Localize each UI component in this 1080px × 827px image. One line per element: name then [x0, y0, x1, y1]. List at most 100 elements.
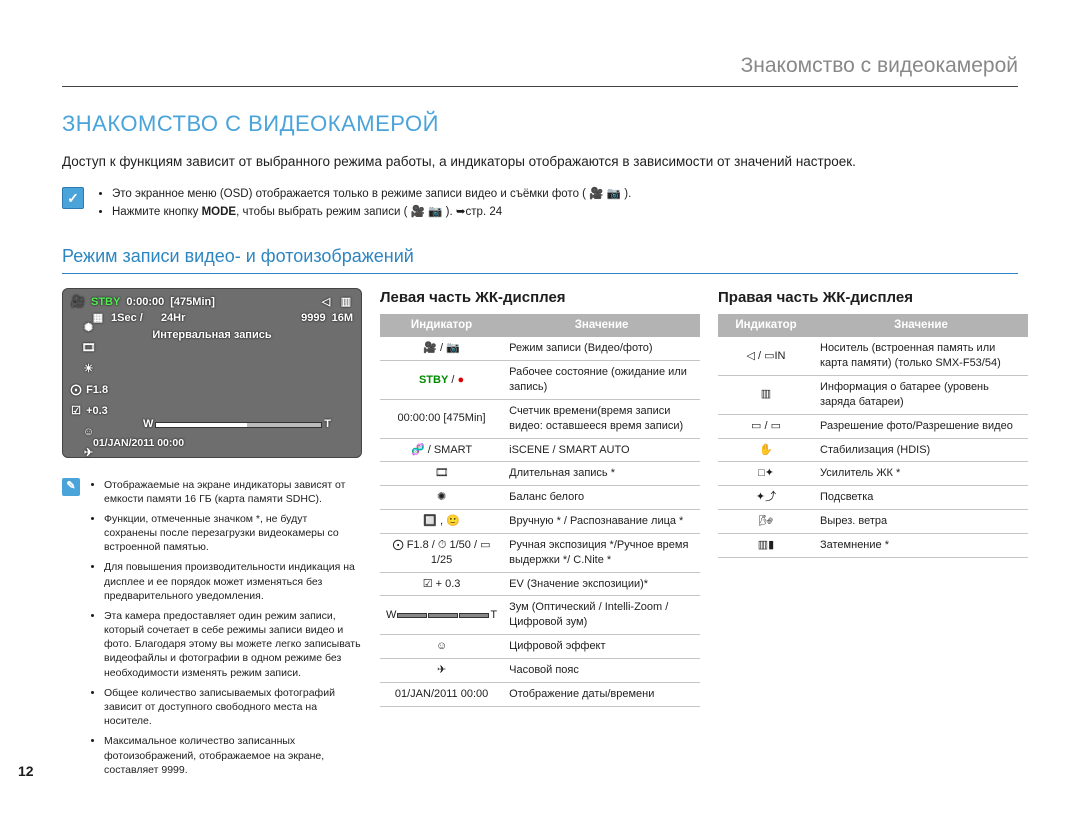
table-row: ▥Информация о батарее (уровень заряда ба… — [718, 376, 1028, 415]
side-note-item: Общее количество записываемых фотографий… — [104, 686, 362, 729]
meaning-cell: Носитель (встроенная память или карта па… — [814, 337, 1028, 375]
meaning-cell: Усилитель ЖК * — [814, 462, 1028, 486]
table-row: ☑ + 0.3EV (Значение экспозиции)* — [380, 572, 700, 596]
table-row: ✋Стабилизация (HDIS) — [718, 438, 1028, 462]
lcd-count: 9999 — [301, 311, 325, 326]
indicator-cell: ◁ / ▭IN — [718, 337, 814, 375]
meaning-cell: iSCENE / SMART AUTO — [503, 438, 700, 462]
table-row: ⨀ F1.8 / ⏱ 1/50 / ▭ 1/25Ручная экспозици… — [380, 533, 700, 572]
meaning-cell: Отображение даты/времени — [503, 682, 700, 706]
meaning-cell: Часовой пояс — [503, 659, 700, 683]
indicator-cell: ☑ + 0.3 — [380, 572, 503, 596]
video-icon: 🎥 — [589, 187, 603, 203]
meaning-cell: Длительная запись * — [503, 462, 700, 486]
scene-icon: ✺ — [69, 321, 108, 336]
table-row: WT Зум (Оптический / Intelli-Zoom /Цифров… — [380, 596, 700, 635]
meaning-cell: Вручную * / Распознавание лица * — [503, 510, 700, 534]
zoom-icon: WT — [386, 608, 497, 623]
page-title: ЗНАКОМСТВО С ВИДЕОКАМЕРОЙ — [62, 109, 1018, 139]
page-number: 12 — [18, 762, 34, 781]
side-note-item: Эта камера предоставляет один режим запи… — [104, 609, 362, 680]
side-notes: ✎ Отображаемые на экране индикаторы зави… — [62, 478, 362, 783]
lcd-ev: ☑ +0.3 — [69, 404, 108, 419]
indicator-cell: ⨀ F1.8 / ⏱ 1/50 / ▭ 1/25 — [380, 533, 503, 572]
meaning-cell: Баланс белого — [503, 486, 700, 510]
indicator-cell: 01/JAN/2011 00:00 — [380, 682, 503, 706]
intro-text: Доступ к функциям зависит от выбранного … — [62, 153, 1018, 171]
check-icon: ✓ — [62, 187, 84, 209]
indicator-cell: 🌬 — [718, 510, 814, 534]
left-table: Индикатор Значение 🎥 / 📷Режим записи (Ви… — [380, 314, 700, 707]
card-icon: ◁ — [319, 295, 333, 310]
meaning-cell: Зум (Оптический / Intelli-Zoom /Цифровой… — [503, 596, 700, 635]
zoom-w: W — [143, 417, 153, 432]
table-row: 🔲 , 🙂Вручную * / Распознавание лица * — [380, 510, 700, 534]
meaning-cell: Счетчик времени(время записи видео: оста… — [503, 399, 700, 438]
note-item: Нажмите кнопку MODE, чтобы выбрать режим… — [112, 205, 631, 221]
lcd-interval: Интервальная запись — [71, 328, 353, 343]
indicator-cell: STBY / ● — [380, 361, 503, 400]
th-indicator: Индикатор — [380, 314, 503, 338]
table-row: ✺Баланс белого — [380, 486, 700, 510]
note-box: ✓ Это экранное меню (OSD) отображается т… — [62, 187, 1018, 222]
indicator-cell: ✦⤴ — [718, 486, 814, 510]
th-indicator: Индикатор — [718, 314, 814, 338]
lcd-timer: 0:00:00 — [126, 295, 164, 310]
th-meaning: Значение — [814, 314, 1028, 338]
indicator-cell: 🎥 / 📷 — [380, 337, 503, 360]
table-row: 01/JAN/2011 00:00Отображение даты/времен… — [380, 682, 700, 706]
table-row: 🎞Длительная запись * — [380, 462, 700, 486]
meaning-cell: Разрешение фото/Разрешение видео — [814, 414, 1028, 438]
table-row: STBY / ●Рабочее состояние (ожидание или … — [380, 361, 700, 400]
rec-icon: 🎞 — [69, 341, 108, 356]
note-list: Это экранное меню (OSD) отображается тол… — [98, 187, 631, 222]
photo-icon: 📷 — [607, 187, 621, 203]
breadcrumb: Знакомство с видеокамерой — [62, 52, 1018, 87]
table-row: 00:00:00 [475Min]Счетчик времени(время з… — [380, 399, 700, 438]
photo-icon: 📷 — [428, 205, 442, 221]
wb-icon: ☀ — [69, 362, 108, 377]
side-note-item: Функции, отмеченные значком *, не будут … — [104, 512, 362, 555]
side-note-item: Для повышения производительности индикац… — [104, 560, 362, 603]
lcd-remain: [475Min] — [170, 295, 215, 310]
meaning-cell: Режим записи (Видео/фото) — [503, 337, 700, 360]
zoom-t: T — [324, 417, 331, 432]
lcd-hr: 24Hr — [161, 311, 185, 326]
lcd-f: ⨀ F1.8 — [69, 383, 108, 398]
lcd-sec: 1Sec / — [111, 311, 143, 326]
indicator-cell: 🔲 , 🙂 — [380, 510, 503, 534]
lcd-res: 16M — [332, 311, 353, 326]
meaning-cell: Вырез. ветра — [814, 510, 1028, 534]
meaning-cell: Ручная экспозиция */Ручное время выдержк… — [503, 533, 700, 572]
indicator-cell: ☺ — [380, 635, 503, 659]
meaning-cell: Стабилизация (HDIS) — [814, 438, 1028, 462]
indicator-cell: 🧬 / SMART — [380, 438, 503, 462]
meaning-cell: EV (Значение экспозиции)* — [503, 572, 700, 596]
indicator-cell: WT — [380, 596, 503, 635]
table-row: ✦⤴Подсветка — [718, 486, 1028, 510]
meaning-cell: Цифровой эффект — [503, 635, 700, 659]
indicator-cell: ✺ — [380, 486, 503, 510]
table-row: ▭ / ▭Разрешение фото/Разрешение видео — [718, 414, 1028, 438]
indicator-cell: □✦ — [718, 462, 814, 486]
indicator-cell: 🎞 — [380, 462, 503, 486]
meaning-cell: Затемнение * — [814, 533, 1028, 557]
right-table: Индикатор Значение ◁ / ▭INНоситель (встр… — [718, 314, 1028, 558]
table-row: ✈Часовой пояс — [380, 659, 700, 683]
table-row: 🌬Вырез. ветра — [718, 510, 1028, 534]
table-row: ◁ / ▭INНоситель (встроенная память или к… — [718, 337, 1028, 375]
lcd-zoom: W T — [143, 421, 331, 429]
stby-label: STBY — [91, 295, 120, 310]
note-item: Это экранное меню (OSD) отображается тол… — [112, 187, 631, 203]
table-row: ▥▮Затемнение * — [718, 533, 1028, 557]
table-row: □✦Усилитель ЖК * — [718, 462, 1028, 486]
info-icon: ✎ — [62, 478, 80, 496]
table-row: 🎥 / 📷Режим записи (Видео/фото) — [380, 337, 700, 360]
section-subtitle: Режим записи видео- и фотоизображений — [62, 244, 1018, 273]
indicator-cell: ▭ / ▭ — [718, 414, 814, 438]
indicator-cell: ▥ — [718, 376, 814, 415]
video-icon: 🎥 — [411, 205, 425, 221]
indicator-cell: ▥▮ — [718, 533, 814, 557]
meaning-cell: Рабочее состояние (ожидание или запись) — [503, 361, 700, 400]
side-note-item: Максимальное количество записанных фотои… — [104, 734, 362, 777]
